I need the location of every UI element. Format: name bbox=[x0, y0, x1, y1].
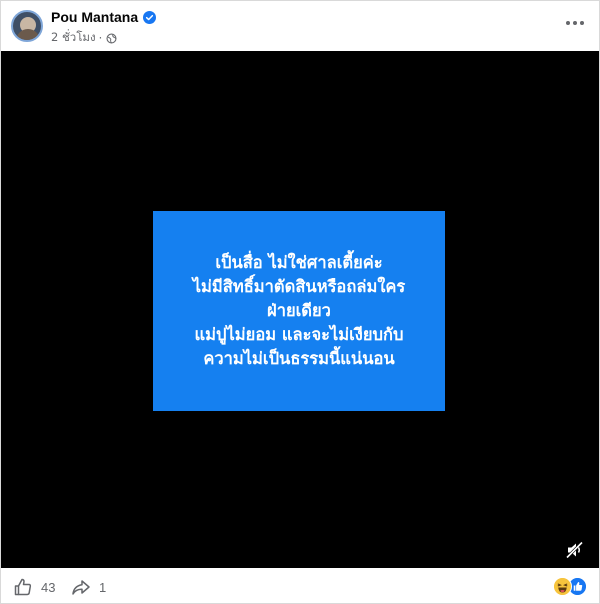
haha-reaction-icon bbox=[553, 577, 572, 596]
author-name-row: Pou Mantana bbox=[51, 9, 157, 25]
share-count-button[interactable]: 1 bbox=[71, 577, 106, 597]
card-line: ความไม่เป็นธรรมนี้แน่นอน bbox=[203, 349, 395, 368]
post-card: Pou Mantana 2 ชั่วโมง · เป็นสื่อ ไม่ใช่ศ… bbox=[0, 0, 600, 604]
globe-icon bbox=[106, 32, 117, 44]
post-timestamp[interactable]: 2 ชั่วโมง bbox=[51, 29, 96, 47]
meta-separator: · bbox=[98, 31, 103, 45]
share-arrow-icon bbox=[72, 580, 90, 595]
post-header: Pou Mantana 2 ชั่วโมง · bbox=[1, 1, 599, 51]
card-line: ไม่มีสิทธิ์มาตัดสินหรือถล่มใคร bbox=[192, 277, 406, 296]
more-options-button[interactable] bbox=[565, 16, 585, 30]
like-count: 43 bbox=[41, 579, 56, 595]
more-dot bbox=[566, 21, 570, 25]
more-dot bbox=[573, 21, 577, 25]
like-count-button[interactable]: 43 bbox=[13, 577, 55, 597]
verified-badge-icon bbox=[143, 10, 157, 24]
author-name[interactable]: Pou Mantana bbox=[51, 9, 138, 25]
video-player[interactable]: เป็นสื่อ ไม่ใช่ศาลเตี้ยค่ะ ไม่มีสิทธิ์มา… bbox=[1, 51, 599, 568]
post-meta: 2 ชั่วโมง · bbox=[51, 29, 117, 47]
card-line: เป็นสื่อ ไม่ใช่ศาลเตี้ยค่ะ bbox=[215, 253, 383, 272]
avatar-body bbox=[16, 29, 40, 40]
card-line: แม่ปูไม่ยอม และจะไม่เงียบกับ bbox=[194, 325, 404, 344]
author-avatar[interactable] bbox=[11, 10, 43, 42]
reactions-summary[interactable] bbox=[553, 577, 587, 596]
video-text-card: เป็นสื่อ ไม่ใช่ศาลเตี้ยค่ะ ไม่มีสิทธิ์มา… bbox=[153, 211, 445, 411]
post-footer: 43 1 bbox=[1, 568, 599, 603]
share-count: 1 bbox=[99, 579, 107, 595]
thumbs-up-icon bbox=[14, 578, 32, 596]
card-line: ฝ่ายเดียว bbox=[267, 301, 331, 320]
muted-speaker-icon[interactable] bbox=[565, 540, 585, 560]
more-dot bbox=[580, 21, 584, 25]
